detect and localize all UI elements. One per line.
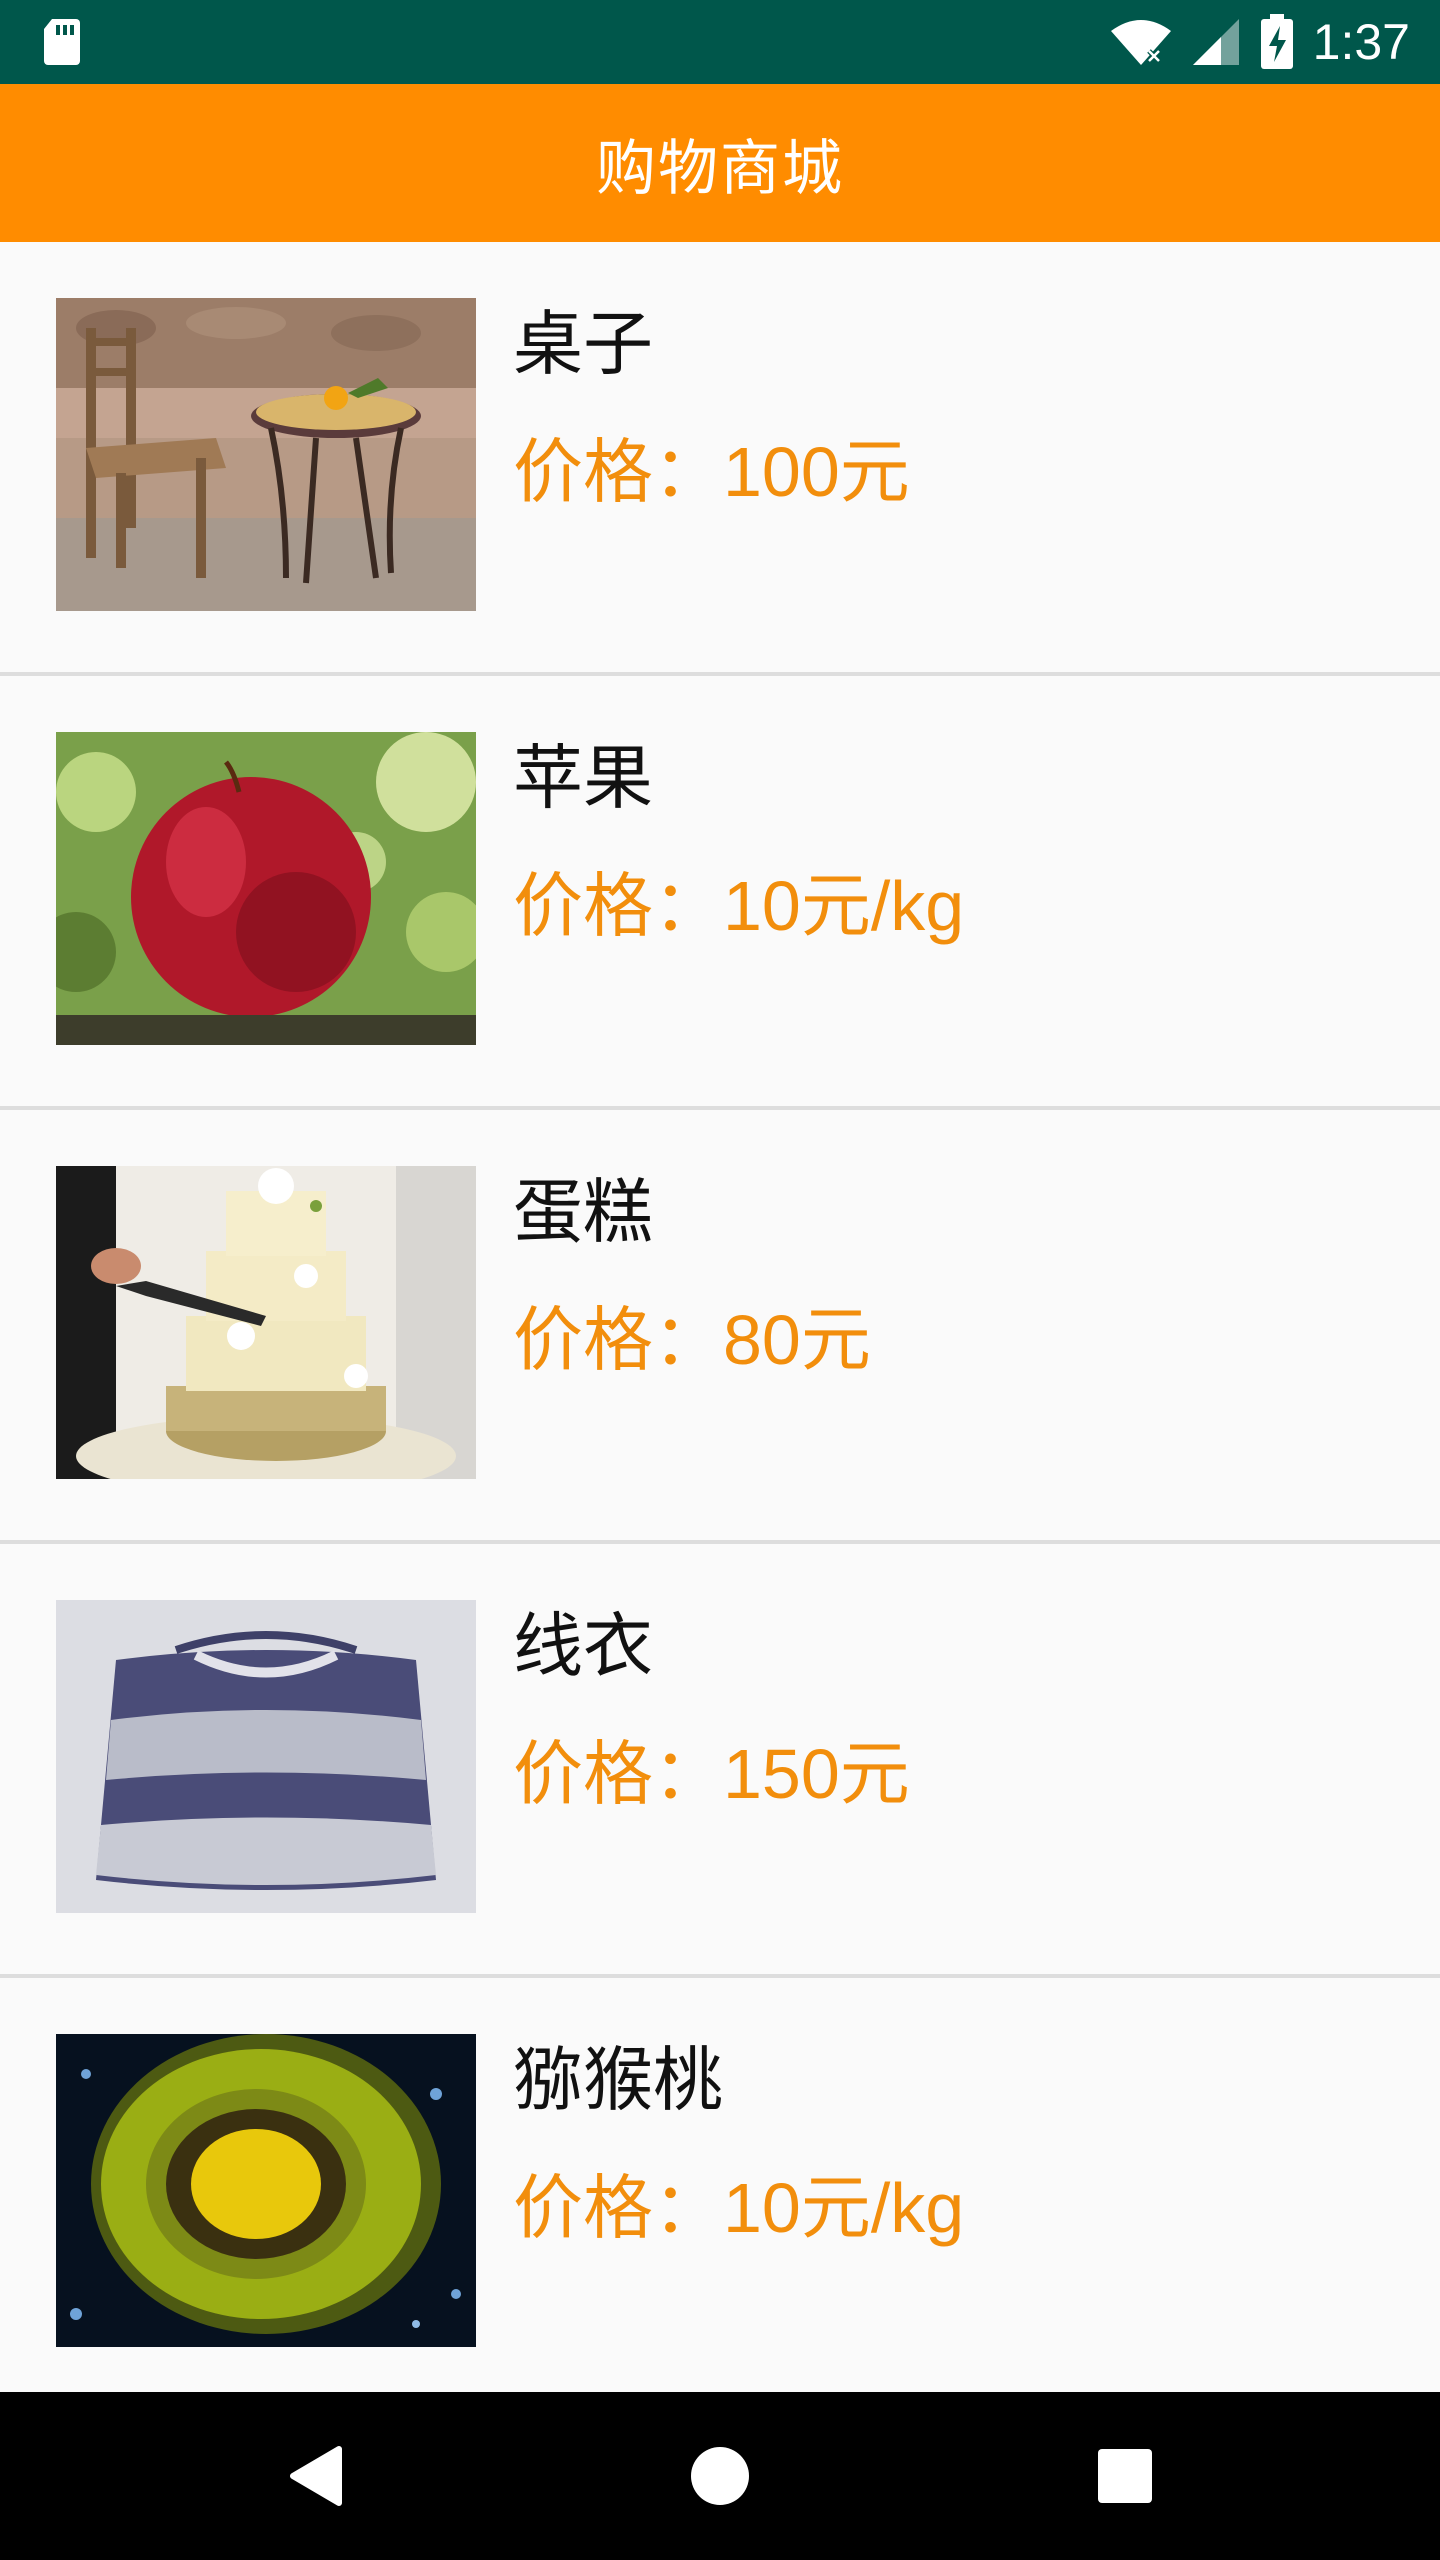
status-icons: 1:37 — [1109, 0, 1410, 84]
recents-icon — [1098, 2449, 1152, 2503]
wifi-icon — [1110, 20, 1171, 65]
apple-image — [56, 732, 476, 1045]
list-item[interactable]: 猕猴桃 价格：10元/kg — [0, 1978, 1440, 2392]
product-name: 线衣 — [513, 1605, 653, 1687]
cake-image — [56, 1166, 476, 1479]
kiwi-image — [56, 2034, 476, 2347]
screen: 1:37 购物商城 桌子 价格：100元 苹果 价格：10元/kg 蛋糕 价格：… — [0, 0, 1440, 2560]
signal-icon — [1192, 19, 1239, 65]
list-item[interactable]: 桌子 价格：100元 — [0, 242, 1440, 676]
table-chair-image — [56, 298, 476, 611]
status-time: 1:37 — [1312, 14, 1410, 70]
app-bar: 购物商城 — [0, 84, 1440, 242]
list-item[interactable]: 蛋糕 价格：80元 — [0, 1110, 1440, 1544]
product-name: 苹果 — [513, 737, 653, 819]
product-name: 猕猴桃 — [513, 2039, 723, 2121]
battery-charging-icon — [1260, 14, 1293, 69]
recents-button[interactable] — [1025, 2392, 1225, 2560]
sweater-image — [56, 1600, 476, 1913]
status-bar: 1:37 — [0, 0, 1440, 84]
product-price: 价格：10元/kg — [513, 2169, 965, 2247]
list-item[interactable]: 苹果 价格：10元/kg — [0, 676, 1440, 1110]
product-price: 价格：100元 — [513, 433, 910, 511]
product-list[interactable]: 桌子 价格：100元 苹果 价格：10元/kg 蛋糕 价格：80元 线衣 价格：… — [0, 242, 1440, 2392]
product-name: 桌子 — [513, 303, 653, 385]
product-name: 蛋糕 — [513, 1171, 653, 1253]
sd-card-icon — [44, 19, 80, 65]
back-icon — [290, 2446, 342, 2506]
product-price: 价格：150元 — [513, 1735, 910, 1813]
back-button[interactable] — [215, 2392, 415, 2560]
page-title: 购物商城 — [596, 133, 844, 204]
navigation-bar — [0, 2392, 1440, 2560]
list-item[interactable]: 线衣 价格：150元 — [0, 1544, 1440, 1978]
home-button[interactable] — [620, 2392, 820, 2560]
product-price: 价格：10元/kg — [513, 867, 965, 945]
product-price: 价格：80元 — [513, 1301, 871, 1379]
home-icon — [691, 2447, 749, 2505]
